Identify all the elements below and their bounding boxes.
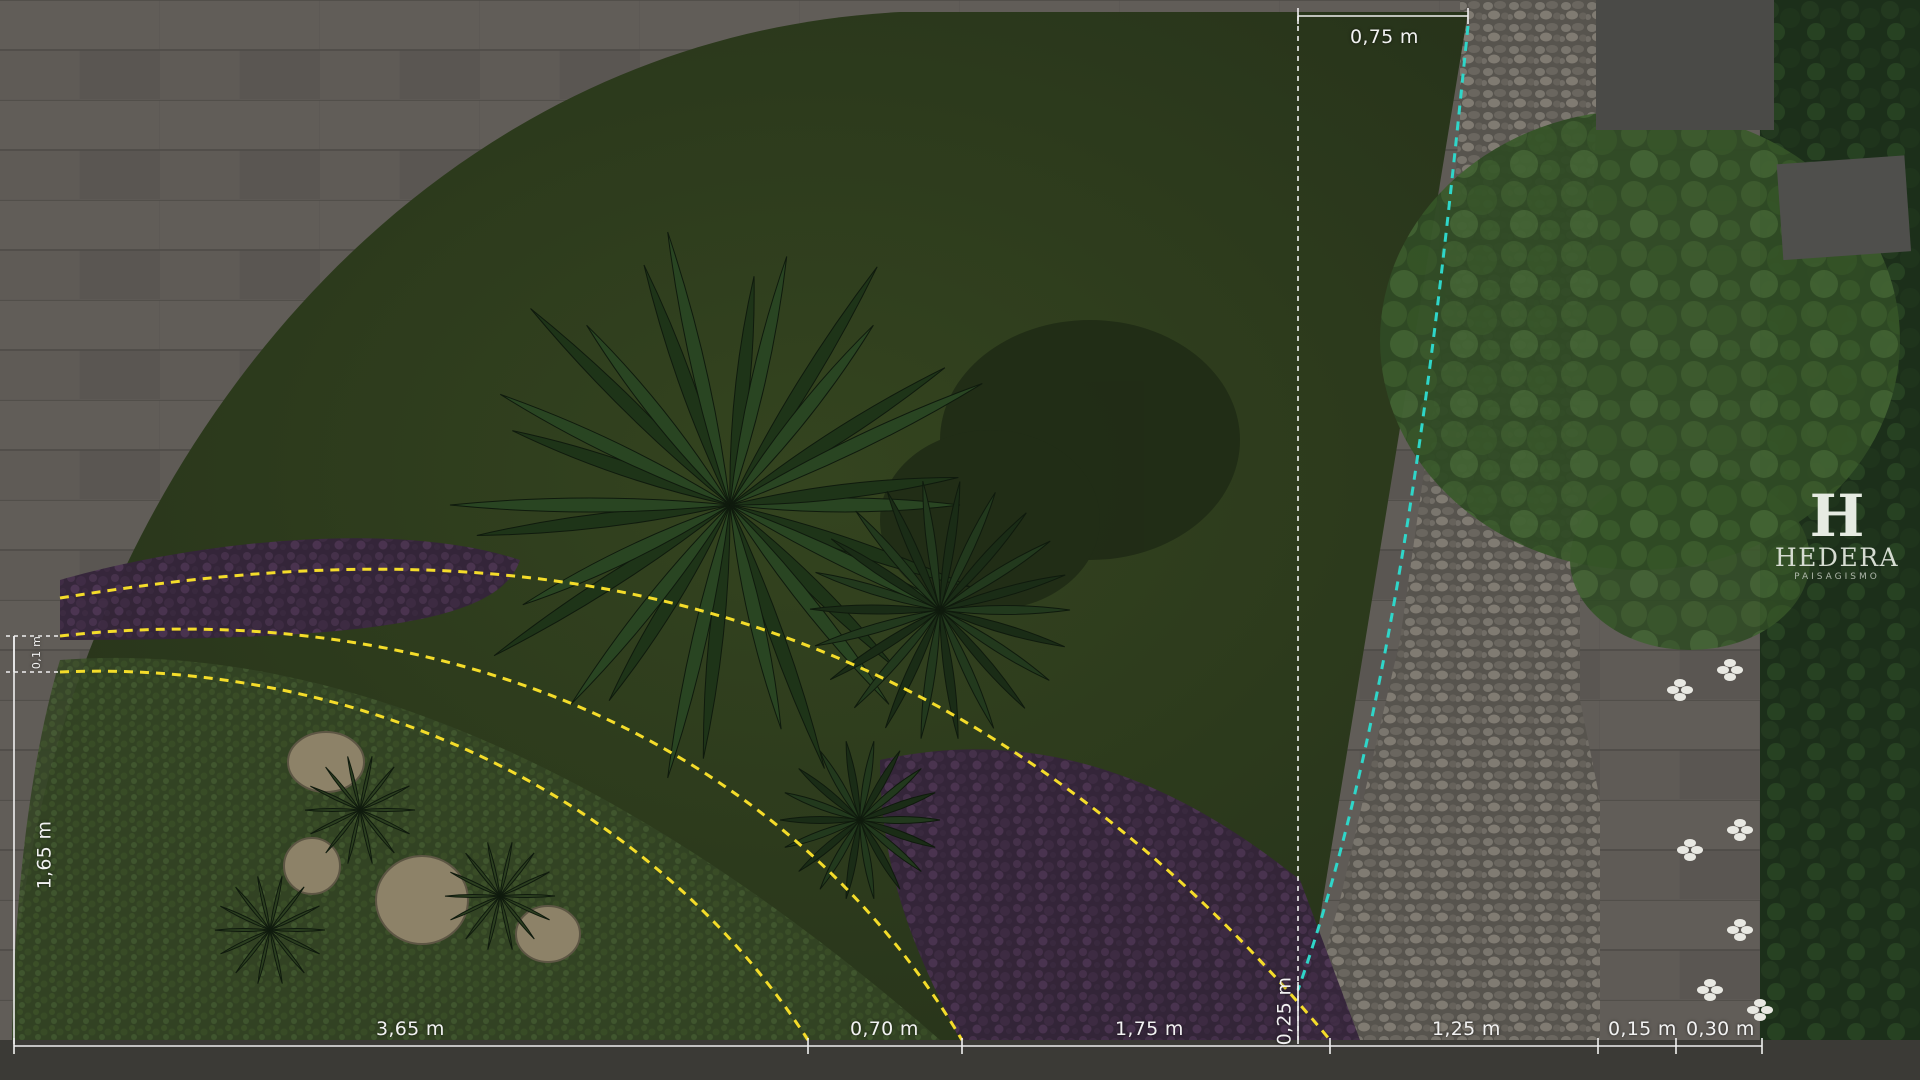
planter-box-small	[1776, 155, 1912, 261]
dim-label-bottom-1: 3,65 m	[376, 1018, 445, 1040]
dim-label-bottom-4: 1,25 m	[1432, 1018, 1501, 1040]
dim-label-left: 1,65 m	[33, 820, 56, 890]
brand-mark-icon: H	[1809, 482, 1865, 550]
dim-label-bottom-6: 0,30 m	[1686, 1018, 1755, 1040]
landscape-plan	[0, 0, 1920, 1080]
brand-tagline: PAISAGISMO	[1794, 572, 1880, 582]
brand-name: HEDERA	[1774, 543, 1900, 572]
dim-label-post: 0,25 m	[1273, 976, 1296, 1046]
dim-label-bottom-2: 0,70 m	[850, 1018, 919, 1040]
brand-logo: H HEDERA PAISAGISMO	[1772, 482, 1902, 582]
dim-label-top: 0,75 m	[1350, 26, 1419, 48]
dim-label-bottom-5: 0,15 m	[1608, 1018, 1677, 1040]
dim-label-left-small: 0,1 m	[30, 635, 44, 670]
dim-label-bottom-3: 1,75 m	[1115, 1018, 1184, 1040]
planter-box	[1596, 0, 1774, 130]
